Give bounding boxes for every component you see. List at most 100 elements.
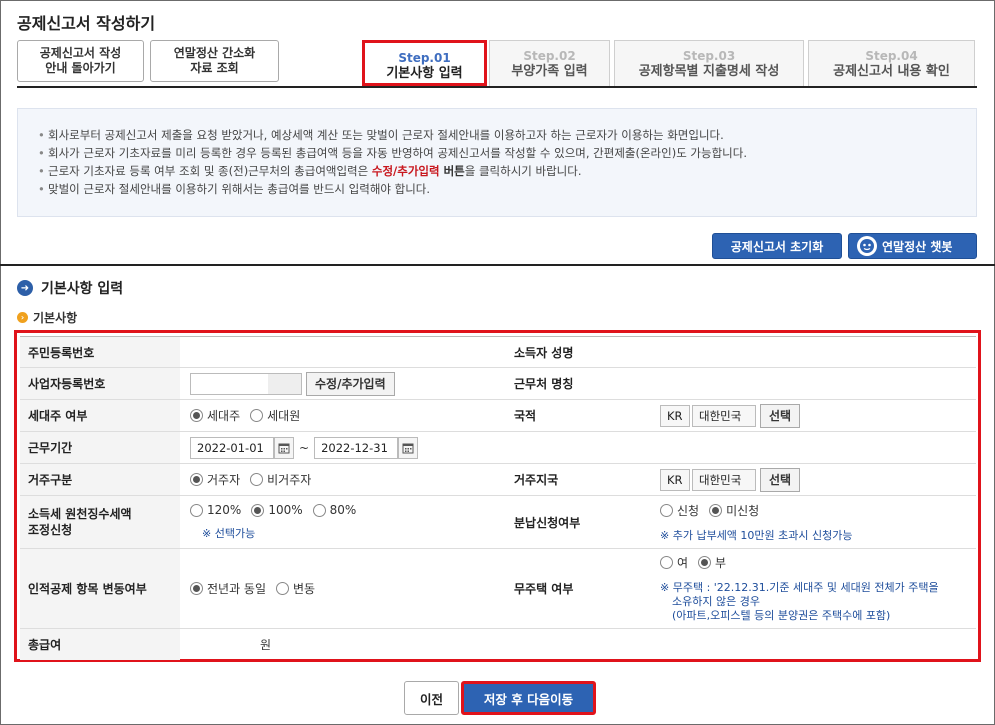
name-value — [650, 337, 976, 367]
info-line-3: 근로자 기초자료 등록 여부 조회 및 종(전)근무처의 총급여액입력은 수정/… — [38, 162, 976, 180]
installment-radio-none[interactable]: 미신청 — [709, 502, 759, 519]
period-end-field[interactable]: 2022-12-31 — [314, 436, 399, 459]
residency-options: 거주자 비거주자 — [180, 464, 506, 495]
save-next-button[interactable]: 저장 후 다음이동 — [461, 681, 596, 715]
residency-radio-nonresident[interactable]: 비거주자 — [250, 471, 311, 488]
workplace-value — [650, 368, 976, 399]
nohouse-note-line1: ※ 무주택 : '22.12.31.기준 세대주 및 세대원 전체가 주택을 — [660, 581, 939, 594]
guide-back-line1: 공제신고서 작성 — [39, 46, 122, 60]
form-row-residency: 거주구분 거주자 비거주자 거주지국 KR 대한민국 선택 — [20, 464, 976, 496]
nohouse-radio-yes[interactable]: 여 — [660, 554, 688, 571]
info-line-2: 회사가 근로자 기초자료를 미리 등록한 경우 등록된 총급여액 등을 자동 반… — [38, 144, 976, 162]
section-heading: ➜ 기본사항 입력 — [17, 278, 123, 298]
biz-no-field[interactable] — [190, 372, 302, 395]
prev-button[interactable]: 이전 — [404, 681, 459, 715]
householder-radio-member[interactable]: 세대원 — [250, 407, 300, 424]
form-row-deduction: 인적공제 항목 변동여부 전년과 동일 변동 무주택 여부 여 부 ※ 무주택 … — [20, 549, 976, 629]
deduction-radio-changed[interactable]: 변동 — [276, 580, 315, 597]
installment-options: 신청 미신청 — [660, 502, 769, 519]
workplace-label: 근무처 명칭 — [506, 368, 650, 399]
section-divider — [0, 264, 995, 266]
biz-edit-button[interactable]: 수정/추가입력 — [306, 371, 395, 396]
simplified-data-button[interactable]: 연말정산 간소화 자료 조회 — [150, 40, 279, 82]
residency-radio-resident[interactable]: 거주자 — [190, 471, 240, 488]
subsection-title: 기본사항 — [33, 311, 78, 325]
withholding-label-line1: 소득세 원천징수세액 — [28, 507, 132, 521]
step-01-label: 기본사항 입력 — [386, 66, 463, 81]
deduction-radio-same[interactable]: 전년과 동일 — [190, 580, 266, 597]
page-title: 공제신고서 작성하기 — [17, 14, 156, 33]
calendar-icon[interactable] — [274, 436, 294, 459]
arrow-right-icon: ➜ — [17, 280, 33, 296]
step-02-label: 부양가족 입력 — [511, 64, 588, 79]
period-start-field[interactable]: 2022-01-01 — [190, 436, 274, 459]
residency-resident-label: 거주자 — [207, 473, 241, 487]
householder-radio-head[interactable]: 세대주 — [190, 407, 240, 424]
tab-step-04[interactable]: Step.04 공제신고서 내용 확인 — [808, 40, 975, 86]
withholding-radio-120[interactable]: 120% — [190, 503, 241, 517]
guide-back-button[interactable]: 공제신고서 작성 안내 돌아가기 — [17, 40, 144, 82]
nohouse-note-line2: 소유하지 않은 경우 — [672, 595, 760, 608]
deduction-change-label: 인적공제 항목 변동여부 — [20, 549, 180, 628]
tab-step-02[interactable]: Step.02 부양가족 입력 — [489, 40, 610, 86]
info-line-3-bold: 버튼 — [439, 164, 465, 178]
info-line-1: 회사로부터 공제신고서 제출을 요청 받았거나, 예상세액 계산 또는 맞벌이 … — [38, 126, 976, 144]
installment-note: ※ 추가 납부세액 10만원 초과시 신청가능 — [660, 528, 853, 542]
householder-options: 세대주 세대원 — [180, 400, 506, 431]
householder-head-label: 세대주 — [207, 409, 241, 423]
tab-underline — [17, 86, 977, 88]
installment-none-label: 미신청 — [726, 503, 760, 518]
res-country-cell: KR 대한민국 선택 — [650, 464, 976, 495]
basic-info-form: 주민등록번호 소득자 성명 사업자등록번호 수정/추가입력 근무처 명칭 세대주… — [20, 336, 976, 660]
period-empty-th — [506, 432, 650, 463]
installment-radio-apply[interactable]: 신청 — [660, 502, 699, 519]
total-pay-cell[interactable]: 원 — [180, 629, 976, 660]
installment-cell: 신청 미신청 ※ 추가 납부세액 10만원 초과시 신청가능 — [650, 496, 976, 548]
residency-nonresident-label: 비거주자 — [267, 473, 312, 487]
withholding-options: 120% 100% 80% — [190, 503, 366, 517]
nohouse-label: 무주택 여부 — [506, 549, 650, 628]
householder-member-label: 세대원 — [267, 409, 301, 423]
radio-unchecked-icon — [250, 473, 264, 486]
radio-unchecked-icon — [190, 503, 203, 517]
reset-form-button[interactable]: 공제신고서 초기화 — [712, 233, 842, 259]
nohouse-radio-no[interactable]: 부 — [698, 554, 726, 571]
radio-unchecked-icon — [660, 503, 673, 517]
section-title: 기본사항 입력 — [41, 281, 124, 297]
form-row-withholding: 소득세 원천징수세액 조정신청 120% 100% 80% ※ 선택가능 분납신청… — [20, 496, 976, 549]
nation-name-field: 대한민국 — [692, 404, 756, 427]
withholding-120-label: 120% — [207, 503, 242, 517]
biz-no-cell: 수정/추가입력 — [180, 368, 506, 399]
residency-label: 거주구분 — [20, 464, 180, 495]
nation-select-button[interactable]: 선택 — [760, 403, 801, 428]
nationality-cell: KR 대한민국 선택 — [650, 400, 976, 431]
withholding-radio-80[interactable]: 80% — [312, 503, 357, 517]
nationality-label: 국적 — [506, 400, 650, 431]
withholding-label-line2: 조정신청 — [28, 523, 73, 537]
calendar-icon[interactable] — [398, 436, 419, 459]
guide-back-line2: 안내 돌아가기 — [45, 61, 116, 75]
chatbot-button[interactable]: 연말정산 챗봇 — [848, 233, 977, 259]
installment-apply-label: 신청 — [677, 503, 700, 518]
res-country-select-button[interactable]: 선택 — [760, 467, 801, 492]
tab-step-01[interactable]: Step.01 기본사항 입력 — [362, 40, 487, 86]
radio-checked-icon — [190, 582, 203, 595]
res-country-code-field: KR — [660, 468, 690, 491]
withholding-100-label: 100% — [268, 503, 303, 517]
withholding-80-label: 80% — [329, 503, 357, 517]
period-separator: ~ — [299, 440, 310, 455]
nohouse-cell: 여 부 ※ 무주택 : '22.12.31.기준 세대주 및 세대원 전체가 주… — [650, 549, 976, 628]
form-row-householder: 세대주 여부 세대주 세대원 국적 KR 대한민국 선택 — [20, 400, 976, 432]
step-03-label: 공제항목별 지출명세 작성 — [638, 64, 780, 79]
householder-label: 세대주 여부 — [20, 400, 180, 431]
tab-step-03[interactable]: Step.03 공제항목별 지출명세 작성 — [614, 40, 804, 86]
period-empty-td — [650, 432, 976, 463]
radio-checked-icon — [709, 503, 723, 517]
withholding-radio-100[interactable]: 100% — [251, 503, 303, 517]
radio-checked-icon — [251, 503, 265, 517]
withholding-label: 소득세 원천징수세액조정신청 — [20, 496, 180, 548]
nohouse-options: 여 부 — [660, 554, 736, 571]
nohouse-no-label: 부 — [715, 556, 727, 570]
period-cell: 2022-01-01 ~ 2022-12-31 — [180, 432, 506, 463]
resident-no-value — [180, 337, 506, 367]
